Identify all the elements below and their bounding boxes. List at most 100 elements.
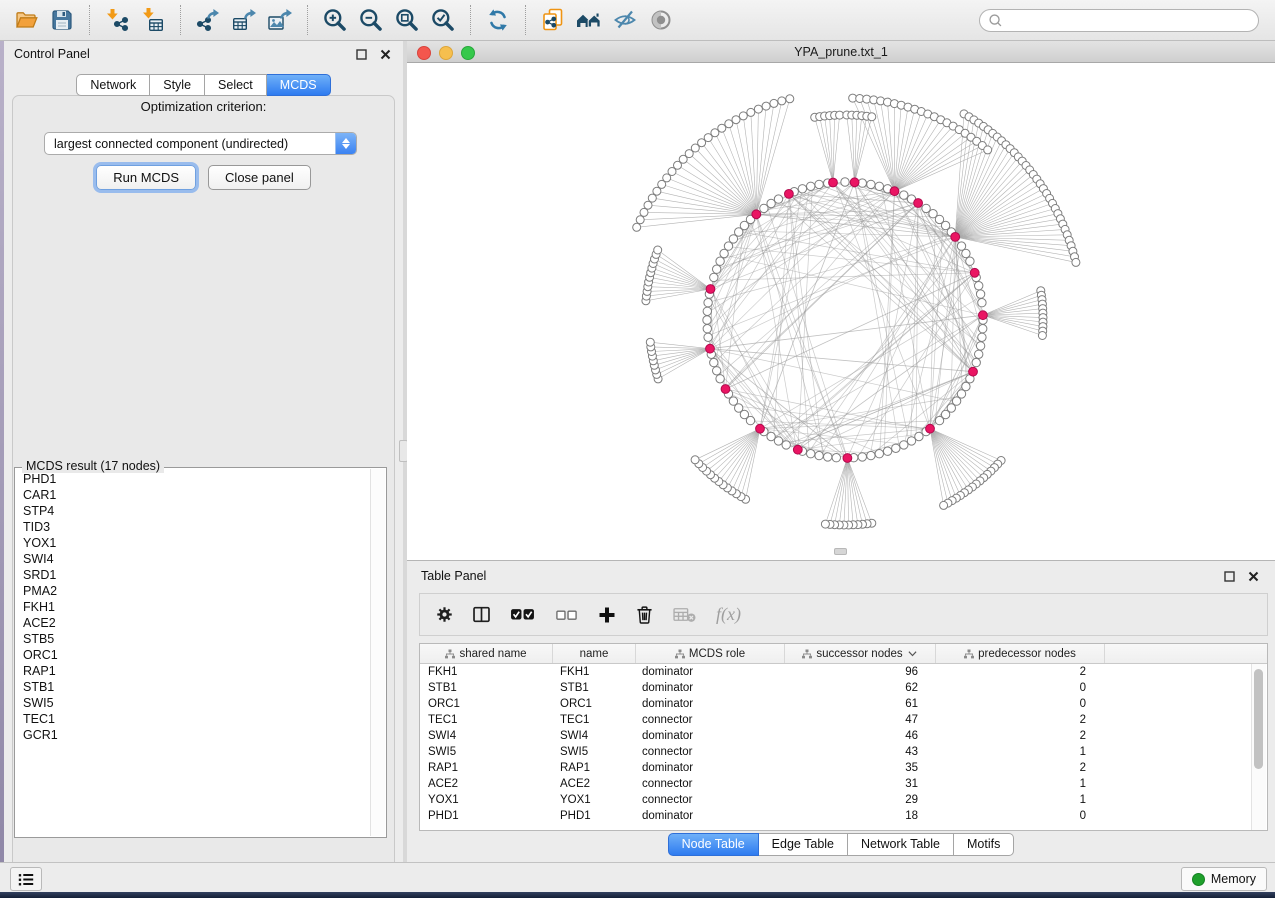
export-network-button[interactable] [190,3,226,37]
zoom-in-button[interactable] [317,3,353,37]
close-panel-button[interactable]: Close panel [208,165,311,190]
cell[interactable]: 0 [932,810,1100,822]
network-home-button[interactable] [571,3,607,37]
cell[interactable]: 2 [932,666,1100,678]
select-all-icon[interactable] [510,607,535,622]
column-header-shared-name[interactable]: shared name [420,644,553,663]
cell[interactable]: TEC1 [420,714,552,726]
mcds-result-item[interactable]: ORC1 [16,647,368,663]
float-window-icon[interactable] [353,47,369,61]
cell[interactable]: YOX1 [552,794,634,806]
float-window-icon[interactable] [1221,569,1237,583]
cell[interactable]: 2 [932,730,1100,742]
zoom-out-button[interactable] [353,3,389,37]
zoom-selected-button[interactable] [425,3,461,37]
save-session-button[interactable] [44,3,80,37]
cell[interactable]: 96 [782,666,932,678]
mcds-result-item[interactable]: RAP1 [16,663,368,679]
table-row[interactable]: STB1STB1dominator620 [420,680,1267,696]
cell[interactable]: SWI4 [552,730,634,742]
tab-edge-table[interactable]: Edge Table [759,833,848,856]
run-mcds-button[interactable]: Run MCDS [96,165,196,190]
table-row[interactable]: FKH1FKH1dominator962 [420,664,1267,680]
cell[interactable]: connector [634,794,782,806]
cell[interactable]: 43 [782,746,932,758]
tab-select[interactable]: Select [205,74,267,96]
splitter-handle[interactable] [834,548,847,555]
cell[interactable]: 29 [782,794,932,806]
cell[interactable]: dominator [634,810,782,822]
hide-details-button[interactable] [607,3,643,37]
cell[interactable]: dominator [634,666,782,678]
mcds-result-item[interactable]: CAR1 [16,487,368,503]
table-row[interactable]: ACE2ACE2connector311 [420,776,1267,792]
column-header-successor-nodes[interactable]: successor nodes [785,644,936,663]
mcds-list-scrollbar[interactable] [370,469,385,836]
cell[interactable]: ACE2 [420,778,552,790]
column-header-name[interactable]: name [553,644,636,663]
mcds-result-item[interactable]: ACE2 [16,615,368,631]
cell[interactable]: 47 [782,714,932,726]
cell[interactable]: PHD1 [420,810,552,822]
cell[interactable]: 1 [932,794,1100,806]
open-file-button[interactable] [8,3,44,37]
tab-mcds[interactable]: MCDS [267,74,331,96]
mcds-result-item[interactable]: TEC1 [16,711,368,727]
cell[interactable]: 2 [932,714,1100,726]
cell[interactable]: 35 [782,762,932,774]
cell[interactable]: 46 [782,730,932,742]
cell[interactable]: RAP1 [552,762,634,774]
tab-motifs[interactable]: Motifs [954,833,1014,856]
tab-network-table[interactable]: Network Table [848,833,954,856]
mcds-result-item[interactable]: PHD1 [16,471,368,487]
cell[interactable]: ORC1 [420,698,552,710]
table-scrollbar[interactable] [1251,664,1266,830]
cell[interactable]: FKH1 [552,666,634,678]
table-row[interactable]: YOX1YOX1connector291 [420,792,1267,808]
cell[interactable]: 18 [782,810,932,822]
network-graph[interactable] [407,63,1275,560]
cell[interactable]: SWI4 [420,730,552,742]
criterion-dropdown[interactable]: largest connected component (undirected) [44,132,357,155]
search-input[interactable] [1003,11,1258,31]
cell[interactable]: 1 [932,778,1100,790]
network-canvas[interactable] [407,63,1275,560]
cell[interactable]: SWI5 [420,746,552,758]
cell[interactable]: dominator [634,698,782,710]
export-image-button[interactable] [262,3,298,37]
table-row[interactable]: SWI5SWI5connector431 [420,744,1267,760]
cell[interactable]: ACE2 [552,778,634,790]
table-row[interactable]: TEC1TEC1connector472 [420,712,1267,728]
column-header-MCDS-role[interactable]: MCDS role [636,644,785,663]
mcds-result-item[interactable]: TID3 [16,519,368,535]
delete-column-icon[interactable] [636,605,653,624]
tab-node-table[interactable]: Node Table [668,833,759,856]
table-row[interactable]: ORC1ORC1dominator610 [420,696,1267,712]
zoom-fit-button[interactable] [389,3,425,37]
mcds-result-item[interactable]: SRD1 [16,567,368,583]
import-table-button[interactable] [135,3,171,37]
cell[interactable]: TEC1 [552,714,634,726]
add-column-icon[interactable] [598,606,616,624]
cell[interactable]: 62 [782,682,932,694]
mcds-result-item[interactable]: STP4 [16,503,368,519]
cell[interactable]: dominator [634,682,782,694]
cell[interactable]: ORC1 [552,698,634,710]
mcds-result-item[interactable]: STB5 [16,631,368,647]
mcds-result-item[interactable]: GCR1 [16,727,368,743]
gear-icon[interactable] [436,606,453,623]
cell[interactable]: PHD1 [552,810,634,822]
mcds-result-item[interactable]: FKH1 [16,599,368,615]
cell[interactable]: 31 [782,778,932,790]
minimize-window-icon[interactable] [439,46,453,60]
cell[interactable]: FKH1 [420,666,552,678]
close-panel-icon[interactable] [1245,569,1261,583]
close-window-icon[interactable] [417,46,431,60]
column-icon[interactable] [473,606,490,623]
cell[interactable]: STB1 [420,682,552,694]
tab-style[interactable]: Style [150,74,205,96]
cell[interactable]: dominator [634,730,782,742]
mcds-result-item[interactable]: STB1 [16,679,368,695]
table-row[interactable]: RAP1RAP1dominator352 [420,760,1267,776]
cell[interactable]: 0 [932,682,1100,694]
